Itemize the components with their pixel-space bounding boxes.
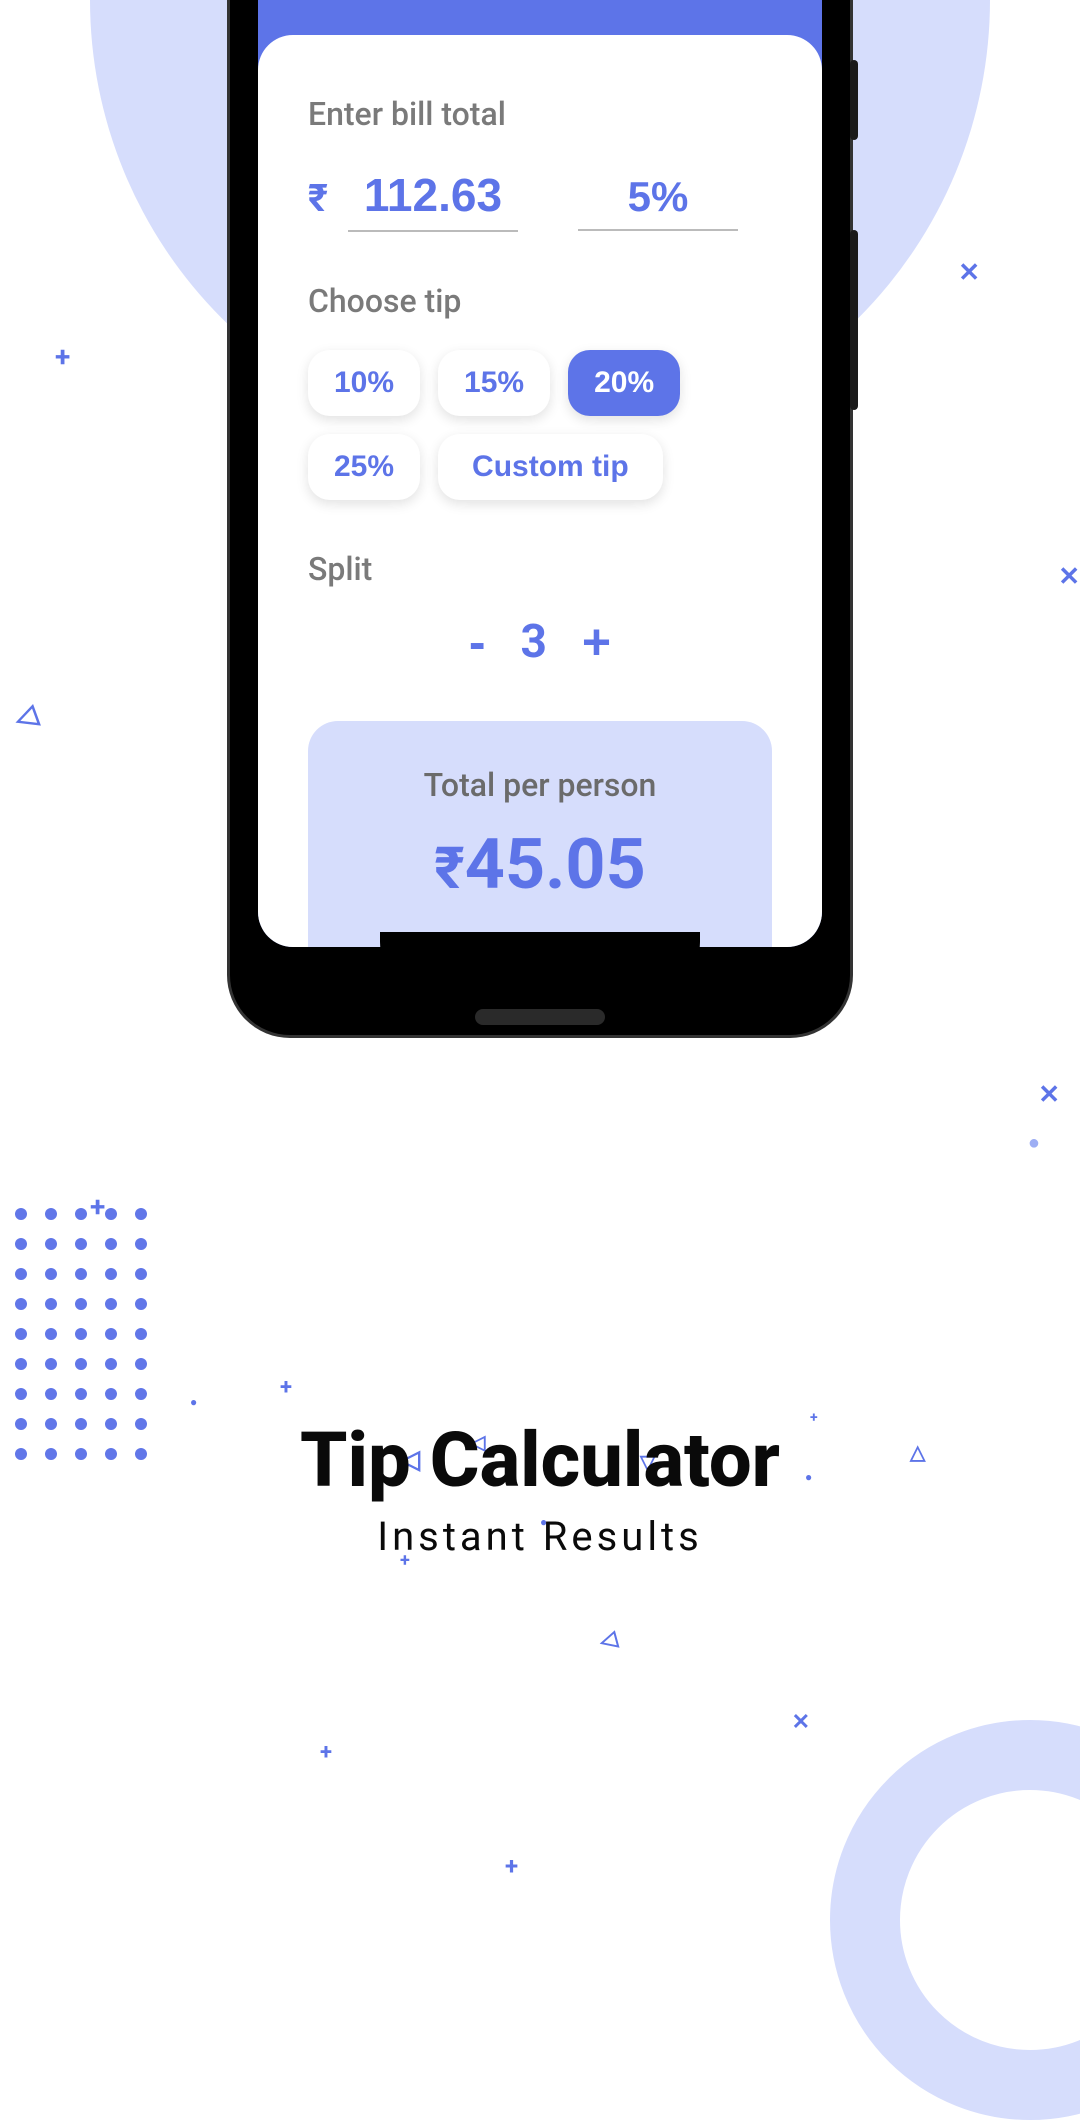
- split-section: Split - 3 +: [308, 550, 772, 671]
- page-subtitle: Instant Results: [0, 1513, 1080, 1560]
- confetti-icon: ✕: [1038, 1080, 1060, 1110]
- bg-decoration-ring: [830, 1720, 1080, 2120]
- phone-chin-icon: [380, 932, 700, 987]
- bill-input-row: ₹: [308, 168, 772, 232]
- tip-options: 10% 15% 20% 25% Custom tip: [308, 350, 772, 500]
- currency-symbol: ₹: [308, 177, 328, 221]
- split-decrement-button[interactable]: -: [469, 613, 486, 671]
- phone-screen: Enter bill total ₹ Choose tip 10% 15% 20…: [258, 0, 822, 947]
- confetti-icon: ◁: [10, 697, 42, 735]
- result-card: Total per person ₹45.05 bill ₹37.54 tip: [308, 721, 772, 947]
- tip-percent-input[interactable]: [578, 173, 738, 231]
- bill-total-label: Enter bill total: [308, 95, 772, 133]
- split-count: 3: [521, 615, 547, 669]
- bill-amount-input[interactable]: [348, 168, 518, 232]
- tip-option-custom[interactable]: Custom tip: [438, 434, 663, 500]
- total-per-person-label: Total per person: [348, 766, 732, 804]
- tip-option-20[interactable]: 20%: [568, 350, 680, 416]
- split-label: Split: [308, 550, 772, 588]
- choose-tip-label: Choose tip: [308, 282, 772, 320]
- page-title: Tip Calculator: [0, 1415, 1080, 1505]
- confetti-icon: ●: [190, 1395, 197, 1409]
- confetti-icon: +: [55, 340, 70, 373]
- confetti-icon: ✕: [792, 1710, 810, 1735]
- confetti-icon: +: [90, 1190, 105, 1223]
- confetti-icon: ✕: [958, 258, 980, 288]
- total-per-person-value: ₹45.05: [348, 824, 732, 906]
- split-increment-button[interactable]: +: [582, 613, 611, 671]
- tip-option-25[interactable]: 25%: [308, 434, 420, 500]
- tip-option-15[interactable]: 15%: [438, 350, 550, 416]
- split-stepper: - 3 +: [308, 613, 772, 671]
- tip-option-10[interactable]: 10%: [308, 350, 420, 416]
- phone-mockup: Enter bill total ₹ Choose tip 10% 15% 20…: [230, 0, 850, 1035]
- confetti-icon: +: [320, 1740, 332, 1765]
- tip-section: Choose tip 10% 15% 20% 25% Custom tip: [308, 282, 772, 500]
- confetti-icon: +: [280, 1375, 292, 1400]
- phone-power-button-icon: [850, 60, 858, 140]
- confetti-icon: ✕: [1058, 562, 1080, 592]
- phone-volume-button-icon: [850, 230, 858, 410]
- confetti-icon: +: [505, 1852, 518, 1880]
- main-card: Enter bill total ₹ Choose tip 10% 15% 20…: [258, 35, 822, 947]
- phone-speaker-icon: [475, 1009, 605, 1025]
- confetti-icon: ◁: [597, 1626, 620, 1655]
- confetti-icon: ●: [1028, 1130, 1040, 1155]
